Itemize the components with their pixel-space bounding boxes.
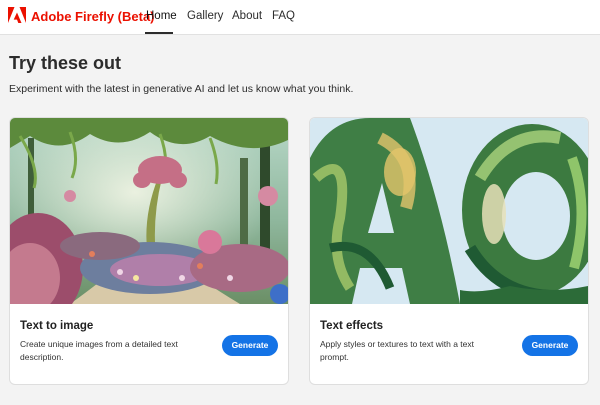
text-effects-image[interactable] bbox=[310, 118, 588, 304]
text-effects-card[interactable]: Text effects Apply styles or textures to… bbox=[309, 117, 589, 385]
page-subtitle: Experiment with the latest in generative… bbox=[9, 83, 354, 95]
generate-button[interactable]: Generate bbox=[222, 335, 278, 356]
top-navigation-bar: Adobe Firefly (Beta) Home Gallery About … bbox=[0, 0, 600, 35]
adobe-logo-icon[interactable] bbox=[8, 7, 26, 23]
text-to-image-card[interactable]: Text to image Create unique images from … bbox=[9, 117, 289, 385]
generate-button[interactable]: Generate bbox=[522, 335, 578, 356]
card-description: Apply styles or textures to text with a … bbox=[320, 339, 475, 362]
card-title: Text to image bbox=[20, 320, 94, 332]
card-description: Create unique images from a detailed tex… bbox=[20, 339, 178, 362]
nav-active-indicator bbox=[145, 32, 173, 34]
brand-title[interactable]: Adobe Firefly (Beta) bbox=[31, 9, 155, 24]
nav-about[interactable]: About bbox=[232, 10, 262, 22]
nav-faq[interactable]: FAQ bbox=[272, 10, 295, 22]
card-title: Text effects bbox=[320, 320, 384, 332]
page-title: Try these out bbox=[9, 53, 122, 73]
nav-home[interactable]: Home bbox=[146, 10, 177, 22]
nav-gallery[interactable]: Gallery bbox=[187, 10, 223, 22]
fantasy-garden-image[interactable] bbox=[10, 118, 288, 304]
